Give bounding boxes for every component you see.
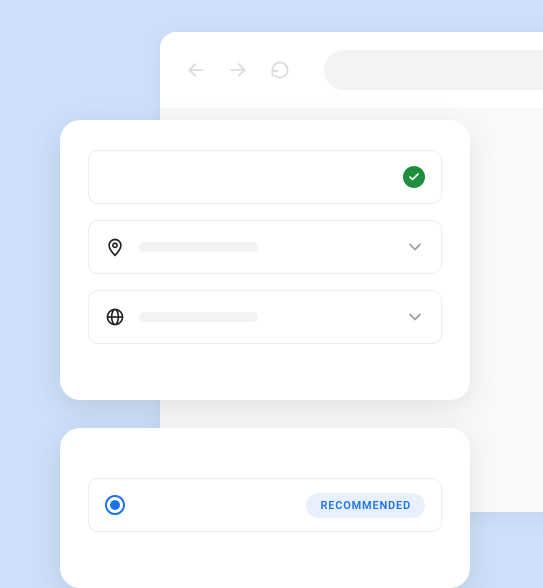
language-dropdown[interactable] [88, 290, 442, 344]
chevron-down-icon [405, 307, 425, 327]
location-dropdown[interactable] [88, 220, 442, 274]
radio-selected-icon [105, 495, 125, 515]
language-placeholder [139, 312, 258, 322]
chevron-down-icon [405, 237, 425, 257]
forward-icon[interactable] [228, 60, 248, 80]
globe-icon [105, 307, 125, 327]
checkmark-icon [403, 166, 425, 188]
settings-card [60, 120, 470, 400]
recommended-badge: RECOMMENDED [306, 493, 425, 518]
verified-field [88, 150, 442, 204]
location-placeholder [139, 242, 258, 252]
options-card: RECOMMENDED [60, 428, 470, 588]
back-icon[interactable] [186, 60, 206, 80]
recommended-option[interactable]: RECOMMENDED [88, 478, 442, 532]
map-pin-icon [105, 237, 125, 257]
browser-toolbar [160, 32, 543, 108]
address-bar[interactable] [324, 50, 543, 90]
reload-icon[interactable] [270, 60, 290, 80]
